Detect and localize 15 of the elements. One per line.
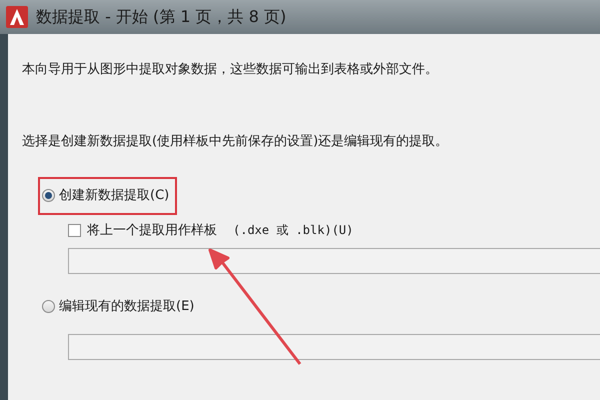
path-field[interactable] <box>68 248 600 274</box>
option-label: 编辑现有的数据提取(E) <box>59 298 194 316</box>
checkbox[interactable] <box>68 224 81 237</box>
window-title: 数据提取 - 开始 (第 1 页，共 8 页) <box>36 6 286 28</box>
checkbox-label: 将上一个提取用作样板 <box>87 222 217 240</box>
option-row[interactable]: 编辑现有的数据提取(E) <box>38 288 202 326</box>
radio-button[interactable] <box>42 300 55 314</box>
checkbox-suffix: (.dxe 或 .blk)(U) <box>233 222 354 240</box>
app-logo-icon <box>6 6 28 28</box>
radio-button[interactable] <box>42 189 55 202</box>
prompt-text: 选择是创建新数据提取(使用样板中先前保存的设置)还是编辑现有的提取。 <box>22 132 450 150</box>
option-row[interactable]: 创建新数据提取(C) <box>38 177 178 214</box>
path-field[interactable] <box>68 334 600 360</box>
intro-text: 本向导用于从图形中提取对象数据，这些数据可输出到表格或外部文件。 <box>22 61 439 79</box>
option-label: 创建新数据提取(C) <box>59 187 170 205</box>
